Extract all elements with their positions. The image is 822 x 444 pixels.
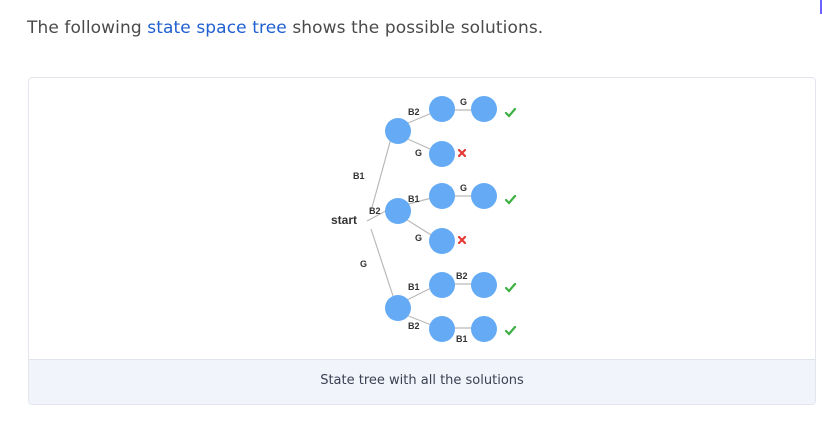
node-b2-b1: [429, 183, 455, 209]
cross-icon: [457, 148, 467, 158]
intro-before: The following: [27, 18, 148, 38]
label-b2-b1: B1: [408, 194, 420, 204]
caption-bar: State tree with all the solutions: [29, 359, 815, 404]
label-g-b1-b2: B2: [456, 271, 468, 281]
tree-nodes: [385, 96, 497, 342]
check-icon: [504, 194, 517, 205]
tree-edges: [366, 109, 479, 329]
intro-after: shows the possible solutions.: [286, 18, 544, 38]
node-g-b1: [429, 272, 455, 298]
label-g-b2: B2: [408, 321, 420, 331]
node-g-b2-b1: [471, 316, 497, 342]
node-b1-g: [429, 141, 455, 167]
node-g-b2: [429, 316, 455, 342]
check-icon: [504, 325, 517, 336]
label-b1-g: G: [415, 148, 422, 158]
label-b1-b2: B2: [408, 107, 420, 117]
state-space-tree-link[interactable]: state space tree: [147, 18, 287, 38]
label-g-b1: B1: [408, 282, 420, 292]
outcome-markers: [457, 107, 517, 336]
check-icon: [504, 107, 517, 118]
figure-card: start B1 B2 G B2 G G B1 G G B1 B2 B2 B1: [28, 77, 816, 405]
node-b1-b2-g: [471, 96, 497, 122]
figure-caption: State tree with all the solutions: [320, 373, 524, 388]
check-icon: [504, 282, 517, 293]
cross-icon: [457, 235, 467, 245]
node-b2-g: [429, 228, 455, 254]
label-b2-g: G: [415, 233, 422, 243]
label-g-b2-b1: B1: [456, 334, 468, 344]
label-g: G: [360, 259, 367, 269]
label-b1: B1: [353, 171, 365, 181]
node-b2-b1-g: [471, 183, 497, 209]
root-label: start: [331, 213, 357, 227]
label-b2: B2: [369, 206, 381, 216]
label-b1-b2-g: G: [460, 97, 467, 107]
edge-start-g: [370, 228, 396, 303]
node-g-b1-b2: [471, 272, 497, 298]
intro-text: The following state space tree shows the…: [27, 18, 543, 38]
node-b1: [385, 118, 411, 144]
label-b2-b1-g: G: [460, 183, 467, 193]
state-space-tree-diagram: start B1 B2 G B2 G G B1 G G B1 B2 B2 B1: [331, 96, 517, 344]
node-g: [385, 295, 411, 321]
diagram-area: start B1 B2 G B2 G G B1 G G B1 B2 B2 B1: [29, 78, 815, 359]
node-b1-b2: [429, 96, 455, 122]
